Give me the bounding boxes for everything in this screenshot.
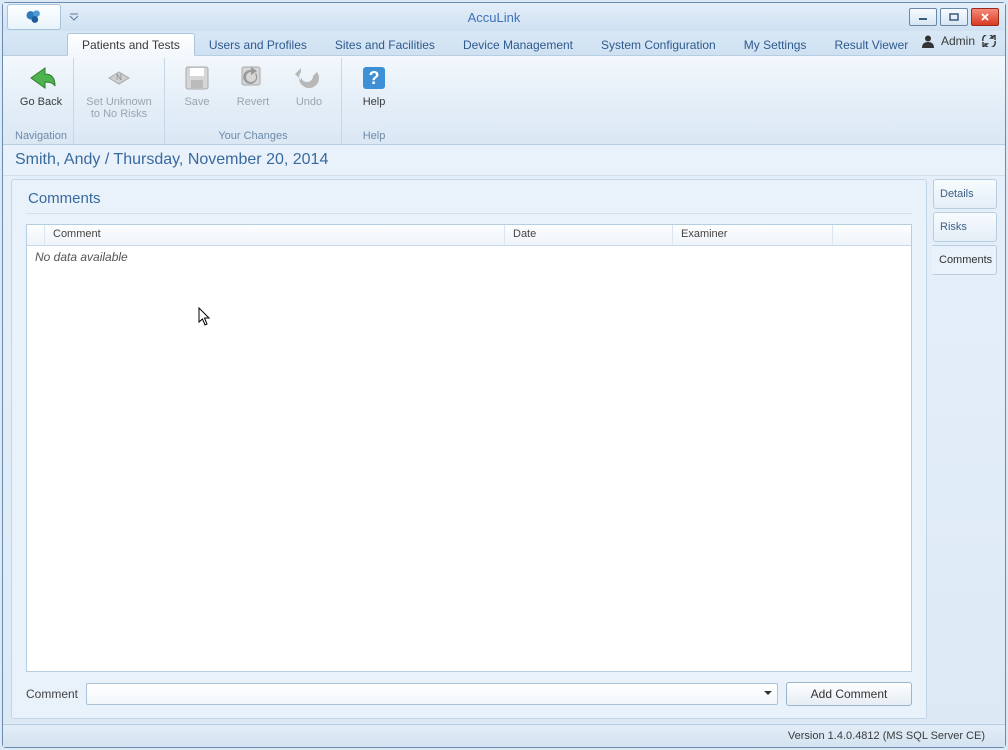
maximize-button[interactable] xyxy=(940,8,968,26)
side-tab-risks[interactable]: Risks xyxy=(933,212,997,242)
svg-text:N: N xyxy=(116,73,122,82)
back-arrow-icon xyxy=(25,62,57,94)
comment-label: Comment xyxy=(26,687,78,701)
grid-indicator-col[interactable] xyxy=(27,225,45,245)
status-bar: Version 1.4.0.4812 (MS SQL Server CE) xyxy=(3,724,1005,747)
col-date[interactable]: Date xyxy=(505,225,673,245)
ribbon: Go Back Navigation N Set Unknown to No R… xyxy=(3,56,1005,145)
app-window: AccuLink Patients and Tests Users and Pr… xyxy=(2,2,1006,748)
tab-results[interactable]: Result Viewer xyxy=(820,34,922,55)
col-comment[interactable]: Comment xyxy=(45,225,505,245)
user-icon xyxy=(921,34,935,48)
breadcrumb: Smith, Andy / Thursday, November 20, 201… xyxy=(3,145,1005,176)
comments-grid: Comment Date Examiner No data available xyxy=(26,224,912,672)
add-comment-button[interactable]: Add Comment xyxy=(786,682,912,706)
user-area: Admin xyxy=(921,34,997,48)
content-area: Comments Comment Date Examiner No data a… xyxy=(11,179,997,719)
ribbon-group-set-unknown: N Set Unknown to No Risks xyxy=(74,58,165,144)
minimize-button[interactable] xyxy=(909,8,937,26)
help-button[interactable]: ? Help xyxy=(348,60,400,128)
col-examiner[interactable]: Examiner xyxy=(673,225,833,245)
titlebar: AccuLink xyxy=(3,3,1005,31)
side-tab-comments[interactable]: Comments xyxy=(932,245,997,275)
save-icon xyxy=(181,62,213,94)
grid-header: Comment Date Examiner xyxy=(27,225,911,246)
undo-icon xyxy=(293,62,325,94)
ribbon-group-help: ? Help Help xyxy=(342,58,406,144)
tab-settings[interactable]: My Settings xyxy=(730,34,821,55)
tab-device[interactable]: Device Management xyxy=(449,34,587,55)
user-name[interactable]: Admin xyxy=(941,34,975,48)
revert-button[interactable]: Revert xyxy=(227,60,279,128)
ribbon-group-navigation: Go Back Navigation xyxy=(9,58,74,144)
group-label-navigation: Navigation xyxy=(15,128,67,144)
side-tab-details[interactable]: Details xyxy=(933,179,997,209)
side-tabs: Details Risks Comments xyxy=(933,179,997,719)
save-button[interactable]: Save xyxy=(171,60,223,128)
tab-patients[interactable]: Patients and Tests xyxy=(67,33,195,56)
grid-empty-text: No data available xyxy=(27,246,911,671)
tab-users[interactable]: Users and Profiles xyxy=(195,34,321,55)
group-label-blank xyxy=(117,128,120,144)
tab-sites[interactable]: Sites and Facilities xyxy=(321,34,449,55)
close-button[interactable] xyxy=(971,8,999,26)
set-unknown-icon: N xyxy=(103,62,135,94)
window-title: AccuLink xyxy=(79,10,909,25)
revert-icon xyxy=(237,62,269,94)
app-logo-icon xyxy=(24,7,44,27)
dropdown-arrow-icon xyxy=(763,688,773,698)
refresh-icon[interactable] xyxy=(981,35,997,47)
svg-text:?: ? xyxy=(369,68,380,88)
go-back-button[interactable]: Go Back xyxy=(15,60,67,128)
qat-dropdown[interactable] xyxy=(69,12,79,22)
comment-entry-row: Comment Add Comment xyxy=(26,682,912,706)
group-label-changes: Your Changes xyxy=(218,128,287,144)
comment-combobox[interactable] xyxy=(86,683,778,705)
group-label-help: Help xyxy=(363,128,386,144)
tab-system[interactable]: System Configuration xyxy=(587,34,730,55)
col-extra[interactable] xyxy=(833,225,911,245)
version-text: Version 1.4.0.4812 (MS SQL Server CE) xyxy=(788,730,985,742)
ribbon-group-changes: Save Revert Undo Your Changes xyxy=(165,58,342,144)
ribbon-tabstrip: Patients and Tests Users and Profiles Si… xyxy=(3,31,1005,56)
comments-panel: Comments Comment Date Examiner No data a… xyxy=(11,179,927,719)
app-menu-button[interactable] xyxy=(7,4,61,30)
help-icon: ? xyxy=(358,62,390,94)
set-unknown-button[interactable]: N Set Unknown to No Risks xyxy=(80,60,158,128)
undo-button[interactable]: Undo xyxy=(283,60,335,128)
panel-title: Comments xyxy=(26,190,912,214)
